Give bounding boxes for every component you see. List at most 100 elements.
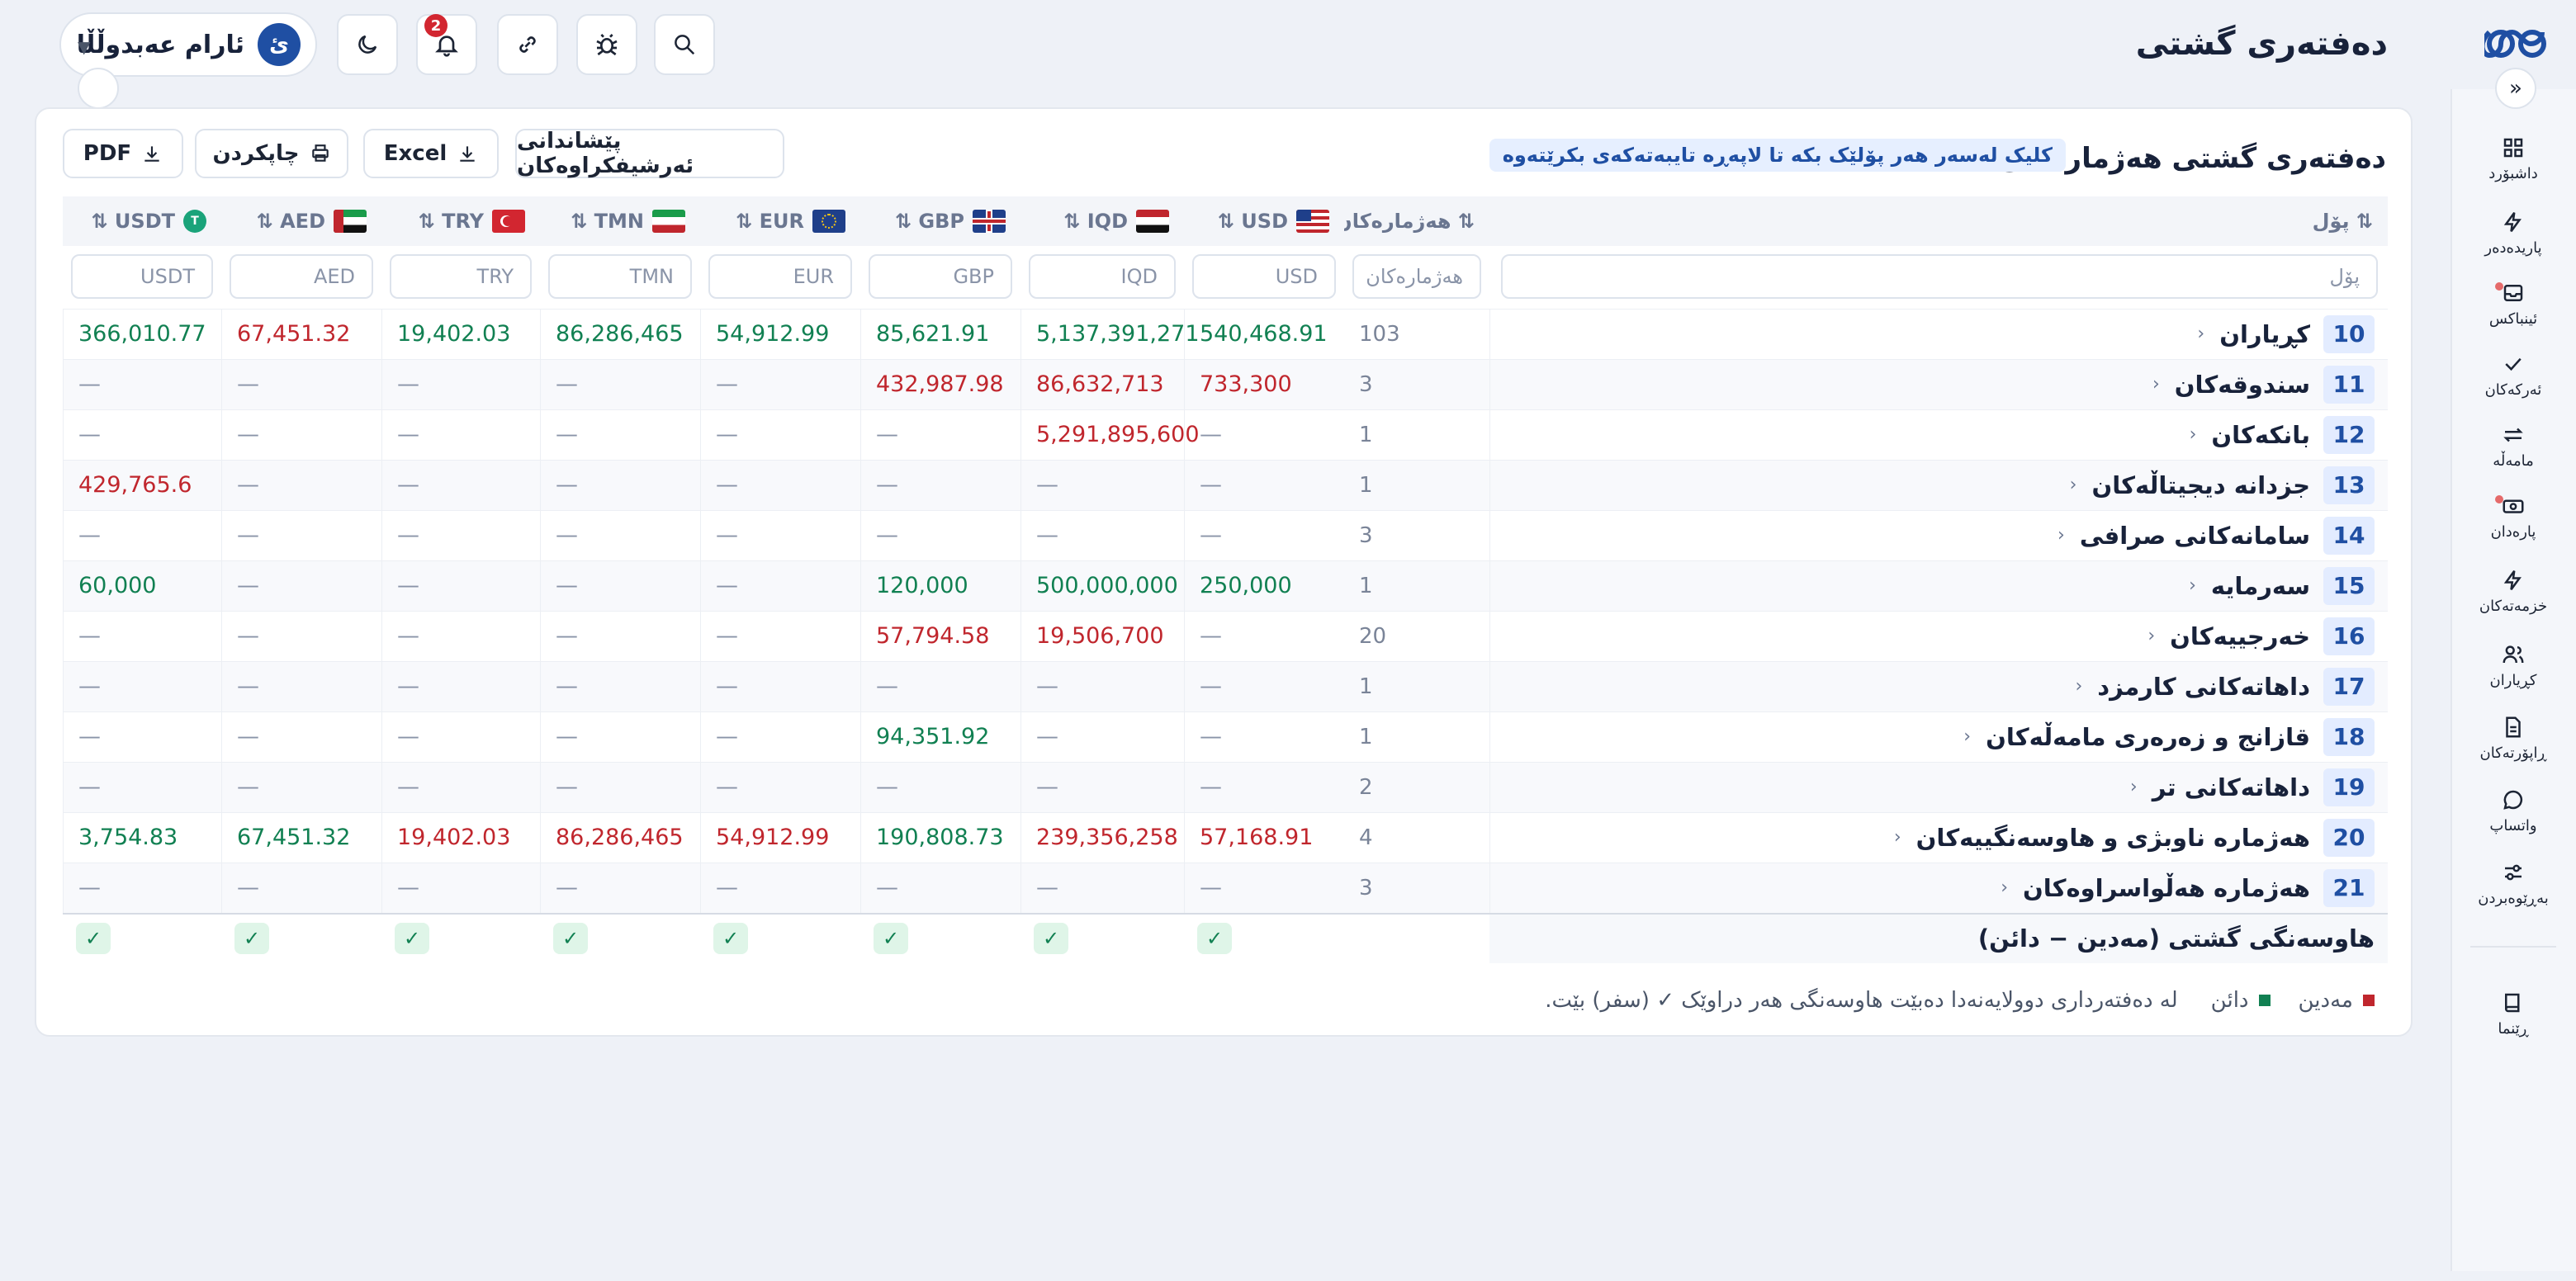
balance-cell: — [700,409,860,460]
notifications-button[interactable]: 2 [416,14,477,75]
filter-accounts-input[interactable]: هەژمارەکان [1352,254,1481,299]
header-currency[interactable]: ⇅ USD [1184,196,1344,246]
account-class[interactable]: 15 سەرمایە ‹ [2189,560,2375,611]
header-currency[interactable]: ⇅ AED [221,196,381,246]
sidebar-item-transactions[interactable]: مامەڵە [2451,411,2576,480]
account-count: 20 [1359,623,1387,649]
link-button[interactable] [497,14,558,75]
tether-icon: T [183,210,206,233]
class-number: 15 [2323,566,2375,605]
show-archived-button[interactable]: پێشاندانی ئەرشیفکراوەکان [515,129,784,178]
header-currency[interactable]: ⇅ IQD [1020,196,1184,246]
caret-down-icon: ▼ [78,37,91,57]
class-number: 13 [2323,466,2375,504]
account-class[interactable]: 14 سامانەکانی صرافی ‹ [2057,510,2375,560]
header-currency[interactable]: ⇅ EUR [700,196,860,246]
account-class[interactable]: 17 داهاتەکانی کارمزد ‹ [2075,661,2375,711]
legend: مەدین دائن لە دەفتەرداری دوولایەنەدا دەب… [1545,984,2375,1017]
header-class[interactable]: پۆل ⇅ [1489,196,2388,246]
export-pdf-button[interactable]: PDF [63,129,183,178]
brand-logo[interactable] [2482,18,2551,69]
button-label: PDF [83,141,132,166]
sidebar-item-label: واتساپ [2489,816,2537,834]
print-button[interactable]: چاپکردن [195,129,348,178]
account-class[interactable]: 11 سندوقەکان ‹ [2152,359,2375,409]
account-class[interactable]: 20 هەژمارە ناوبژی و هاوسەنگییەکان ‹ [1894,812,2375,863]
filter-currency-input[interactable]: EUR [708,254,852,299]
account-class[interactable]: 18 قازانج و زەرەری مامەڵەکان ‹ [1963,711,2375,762]
sidebar-item-customers[interactable]: کڕیاران [2451,631,2576,700]
account-class[interactable]: 19 داهاتەکانی تر ‹ [2130,762,2375,812]
sidebar-item-label: ئەرکەکان [2484,381,2542,399]
balance-cell: — [540,611,700,661]
chat-icon [2503,790,2523,810]
filter-currency-input[interactable]: TMN [548,254,692,299]
sidebar-item-whatsapp[interactable]: واتساپ [2451,776,2576,845]
sort-icon: ⇅ [1063,210,1081,233]
account-class[interactable]: 16 خەرجییەکان ‹ [2147,611,2375,661]
search-button[interactable] [654,14,715,75]
chevron-left-icon: ‹ [2057,525,2065,546]
balance-cell: 540,468.91 [1184,309,1344,359]
filter-currency-input[interactable]: USD [1192,254,1336,299]
sidebar-item-label: کڕیاران [2489,671,2537,689]
header-currency[interactable]: ⇅ TRY [381,196,540,246]
avatar: ئ [258,23,301,66]
theme-toggle[interactable] [337,14,398,75]
balance-cell: — [63,359,221,409]
gb-flag-icon [973,210,1006,233]
sidebar-item-tasks[interactable]: ئەرکەکان [2451,340,2576,409]
header-currency[interactable]: ⇅ USDT T [63,196,221,246]
balance-cell: — [221,560,381,611]
account-class[interactable]: 21 هەژمارە هەڵواسراوەکان ‹ [2001,863,2375,913]
filter-currency-input[interactable]: IQD [1029,254,1176,299]
sidebar-item-payments[interactable]: پارەدان [2451,482,2576,551]
balance-cell: — [1184,762,1344,812]
header-accounts[interactable]: هەژمارەکان ⇅ [1335,196,1489,246]
class-name: کڕیاران [2219,319,2310,348]
header-currency[interactable]: ⇅ TMN [540,196,700,246]
export-excel-button[interactable]: Excel [363,129,499,178]
balance-cell: — [381,711,540,762]
balanced-check-icon: ✓ [1197,923,1232,954]
balanced-check-icon: ✓ [713,923,748,954]
class-number: 21 [2323,868,2375,907]
filter-currency-input[interactable]: USDT [71,254,213,299]
sidebar-item-management[interactable]: بەڕێوەبردن [2451,848,2576,918]
debug-button[interactable] [576,14,637,75]
balance-cell: — [1020,460,1184,510]
balance-cell: 250,000 [1184,560,1344,611]
class-name: بانکەکان [2211,420,2310,449]
sidebar-item-services[interactable]: خزمەتەکان [2451,556,2576,626]
sidebar-item-helper[interactable]: پاریدەدەر [2451,198,2576,267]
balance-cell: — [221,460,381,510]
balance-cell: 19,402.03 [381,309,540,359]
unread-dot [2495,282,2503,291]
filter-currency-input[interactable]: GBP [869,254,1012,299]
sidebar-item-dashboard[interactable]: داشبۆرد [2451,124,2576,193]
account-class[interactable]: 12 بانکەکان ‹ [2190,409,2375,460]
balance-cell: 86,286,465 [540,309,700,359]
sidebar-item-inbox[interactable]: ئینباکس [2451,269,2576,338]
balance-label-text: هاوسەنگی گشتی (مەدین − دائن) [1977,924,2375,952]
swap-icon [2503,428,2523,442]
balance-cell: — [1184,460,1344,510]
filter-currency-input[interactable]: AED [230,254,373,299]
header-currency[interactable]: ⇅ GBP [860,196,1020,246]
balance-cell: — [1184,510,1344,560]
page-title: دەفتەری گشتی [2135,25,2388,63]
sidebar-item-guide[interactable]: ڕێنما [2451,979,2576,1048]
balance-cell: — [1184,611,1344,661]
sidebar-item-reports[interactable]: ڕاپۆرتەکان [2451,703,2576,773]
account-class[interactable]: 10 کڕیاران ‹ [2197,309,2375,359]
collapse-sidebar-button[interactable]: » [2495,68,2536,109]
filter-currency-input[interactable]: TRY [390,254,532,299]
column-divider [1489,309,1490,359]
balance-cell: — [221,661,381,711]
account-class[interactable]: 13 جزدانە دیجیتاڵەکان ‹ [2070,460,2375,510]
filter-class-input[interactable]: پۆل [1501,254,2378,299]
balance-cell: — [381,359,540,409]
balance-cell: 190,808.73 [860,812,1020,863]
header-label: GBP [918,210,964,233]
balance-cell: — [540,762,700,812]
